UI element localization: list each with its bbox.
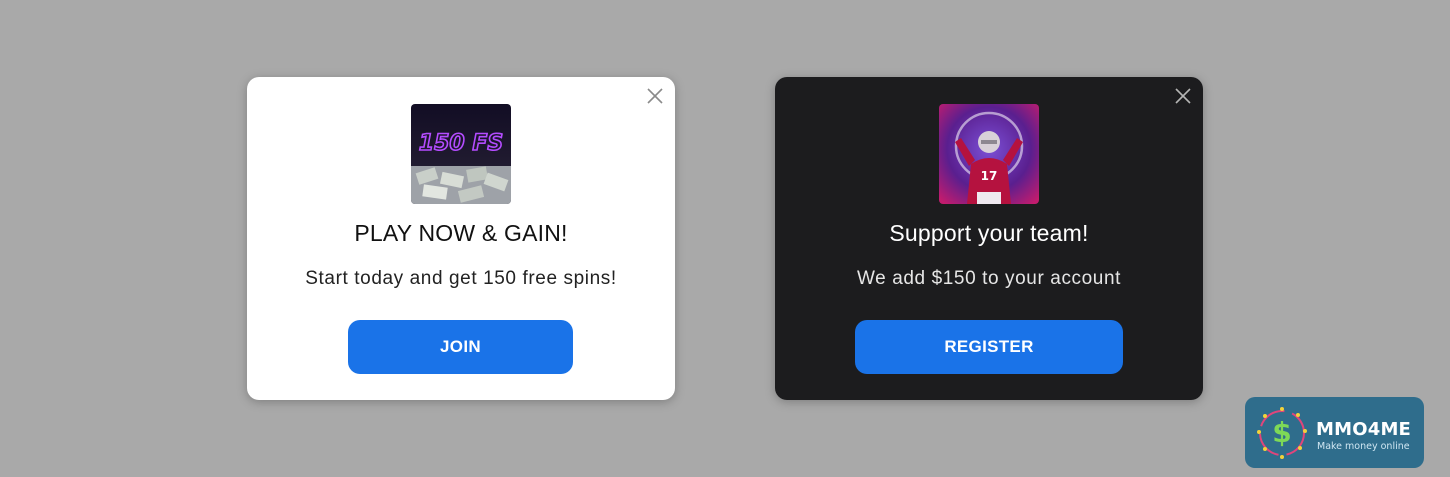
register-button[interactable]: REGISTER	[855, 320, 1123, 374]
football-player-image: 17	[939, 104, 1039, 204]
dollar-logo-icon: $	[1253, 404, 1311, 462]
dollar-symbol: $	[1272, 416, 1291, 449]
close-button-popup-2[interactable]	[1173, 86, 1193, 106]
close-icon	[1175, 88, 1191, 104]
popup-subtitle: We add $150 to your account	[856, 268, 1122, 289]
free-spins-image-text: 150 FS	[419, 131, 503, 156]
football-player-image-text: 17	[981, 169, 998, 183]
free-spins-image: 150 FS	[411, 104, 511, 204]
popup-support-team: 17 Support your team! We add $150 to you…	[775, 77, 1203, 400]
popup-title: PLAY NOW & GAIN!	[354, 220, 568, 246]
popup-title: Support your team!	[889, 220, 1089, 246]
badge-tagline: Make money online	[1317, 441, 1410, 452]
close-icon	[647, 88, 663, 104]
badge-name: MMO4ME	[1316, 419, 1412, 440]
popup-subtitle: Start today and get 150 free spins!	[305, 268, 617, 289]
mmo4me-badge: $ MMO4ME Make money online	[1245, 397, 1424, 468]
close-button-popup-1[interactable]	[645, 86, 665, 106]
join-button[interactable]: JOIN	[348, 320, 573, 374]
popup-play-now: 150 FS PLAY NOW & GAIN! Start today and …	[247, 77, 675, 400]
